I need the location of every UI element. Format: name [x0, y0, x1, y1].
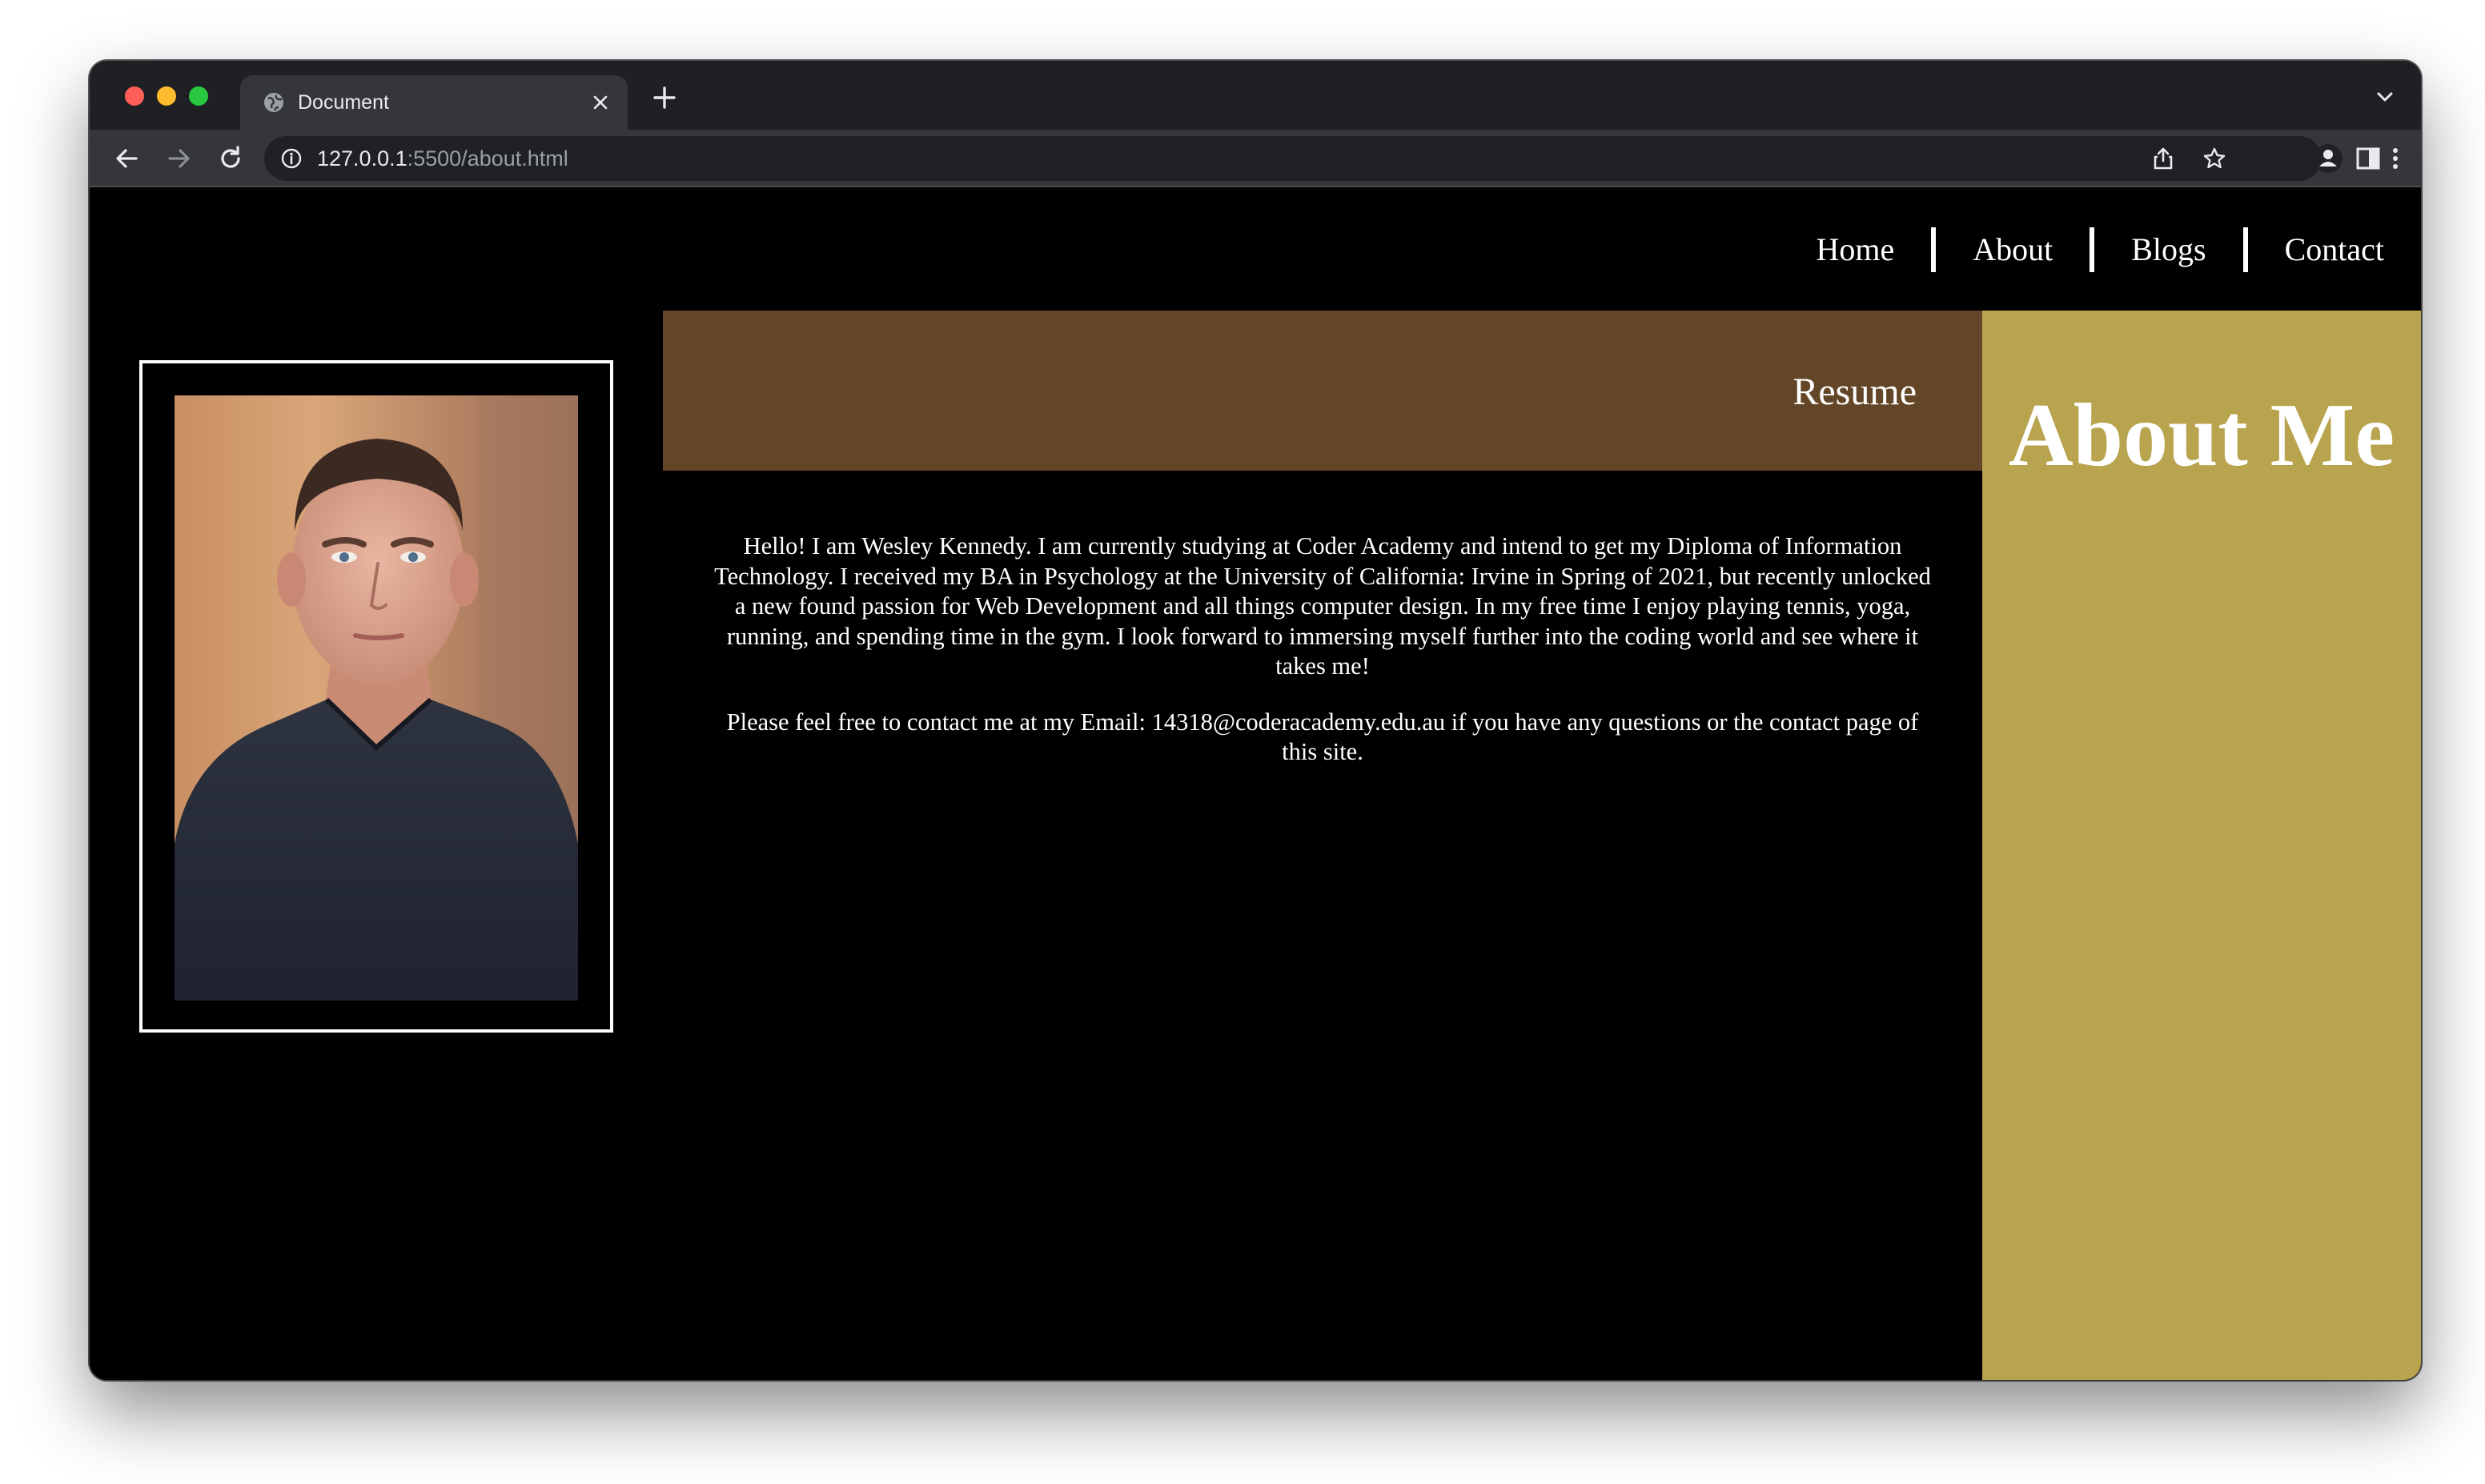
globe-icon	[263, 91, 285, 114]
share-icon[interactable]	[2150, 146, 2176, 171]
resume-heading[interactable]: Resume	[1792, 370, 1917, 415]
nav-link-contact[interactable]: Contact	[2248, 226, 2384, 274]
profile-photo	[175, 395, 578, 1001]
url-host: 127.0.0.1	[317, 146, 407, 170]
about-aside: About Me	[1982, 311, 2421, 1380]
maximize-window-button[interactable]	[189, 86, 208, 106]
browser-window: Document 127.0.0.1:5500/about.html Home …	[90, 61, 2421, 1380]
tab-title: Document	[298, 91, 389, 114]
minimize-window-button[interactable]	[157, 86, 176, 106]
kebab-menu-icon[interactable]	[2381, 144, 2410, 173]
about-heading: About Me	[2008, 386, 2395, 485]
reload-icon[interactable]	[215, 142, 247, 174]
close-icon[interactable]	[589, 91, 612, 114]
bio-section: Hello! I am Wesley Kennedy. I am current…	[706, 531, 1939, 793]
nav-link-blogs[interactable]: Blogs	[2094, 226, 2242, 274]
contact-paragraph: Please feel free to contact me at my Ema…	[726, 708, 1919, 766]
web-page: Home About Blogs Contact Resume Hello! I…	[90, 187, 2421, 1380]
resume-banner: Resume	[663, 311, 1982, 471]
profile-icon[interactable]	[2312, 142, 2344, 174]
nav-link-home[interactable]: Home	[1779, 226, 1931, 274]
close-window-button[interactable]	[125, 86, 144, 106]
url-path: :5500/about.html	[407, 146, 568, 170]
forward-arrow-icon[interactable]	[163, 142, 195, 174]
chevron-down-icon[interactable]	[2373, 85, 2397, 109]
back-arrow-icon[interactable]	[110, 142, 143, 174]
star-icon[interactable]	[2202, 146, 2227, 171]
bio-paragraph: Hello! I am Wesley Kennedy. I am current…	[714, 532, 1931, 680]
address-bar[interactable]: 127.0.0.1:5500/about.html	[264, 136, 2322, 181]
plus-icon[interactable]	[648, 82, 680, 114]
info-icon[interactable]	[280, 147, 303, 170]
nav-link-about[interactable]: About	[1936, 226, 2090, 274]
side-panel-icon[interactable]	[2354, 144, 2383, 173]
browser-tab[interactable]: Document	[240, 75, 628, 130]
tab-strip: Document	[90, 61, 2421, 130]
url-text[interactable]: 127.0.0.1:5500/about.html	[317, 146, 568, 171]
site-nav: Home About Blogs Contact	[1779, 226, 2384, 274]
profile-photo-frame	[139, 360, 613, 1033]
browser-toolbar: 127.0.0.1:5500/about.html	[90, 130, 2421, 187]
